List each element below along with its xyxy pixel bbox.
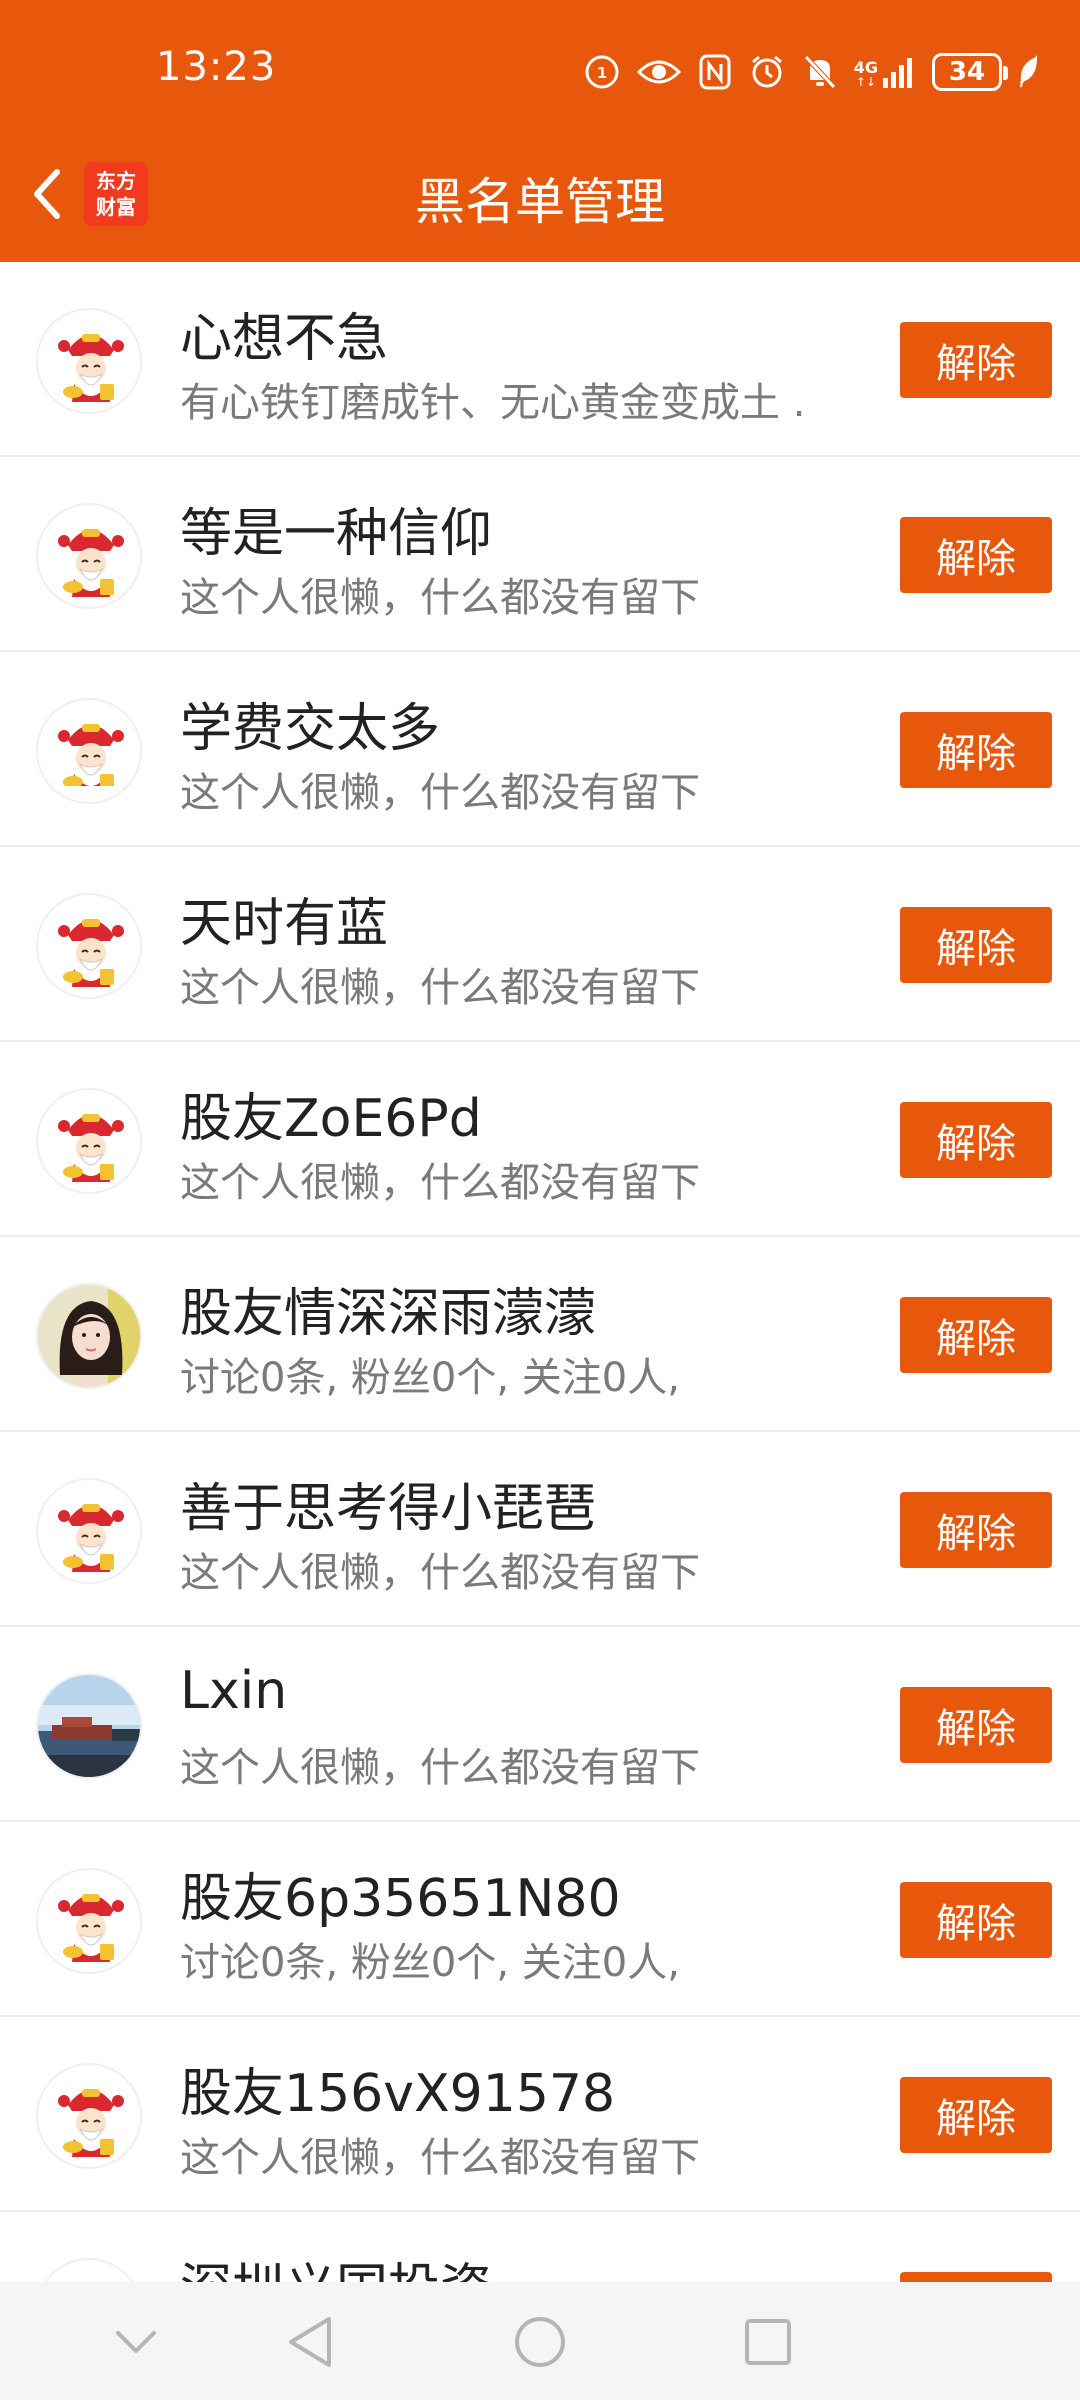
eye-icon — [636, 60, 681, 84]
blacklist: 心想不急有心铁钉磨成针、无心黄金变成土 . 解除 等是一种信仰这个人很懒，什么都没… — [0, 262, 1080, 2282]
mute-icon — [803, 55, 836, 89]
status-time: 13:23 — [156, 44, 277, 90]
remove-button[interactable]: 解除 — [900, 517, 1052, 593]
remove-button[interactable]: 解除 — [900, 907, 1052, 983]
remove-button[interactable]: 解除 — [900, 1102, 1052, 1178]
user-name: 心想不急 — [180, 309, 389, 369]
nfc-icon — [699, 54, 731, 90]
avatar-mascot-icon — [38, 1480, 140, 1582]
list-item[interactable]: 股友6p35651N80 讨论0条, 粉丝0个, 关注0人, 解除 — [0, 1822, 1080, 2017]
list-item[interactable]: 深圳义国投资解除 — [0, 2212, 1080, 2282]
avatar[interactable] — [36, 2063, 142, 2169]
avatar-mascot-icon — [38, 1870, 140, 1972]
user-name: 深圳义国投资 — [180, 2246, 492, 2282]
list-item[interactable]: 善于思考得小琵琶这个人很懒，什么都没有留下 解除 — [0, 1432, 1080, 1627]
user-name: 股友ZoE6Pd — [180, 1089, 482, 1149]
list-item[interactable]: 股友ZoE6Pd 这个人很懒，什么都没有留下 解除 — [0, 1042, 1080, 1237]
user-description: 讨论0条, 粉丝0个, 关注0人, — [180, 1355, 680, 1401]
user-description: 这个人很懒，什么都没有留下 — [180, 965, 700, 1011]
user-description: 这个人很懒，什么都没有留下 — [180, 1160, 700, 1206]
avatar-mascot-icon — [38, 895, 140, 997]
user-name: 股友情深深雨濛濛 — [180, 1284, 597, 1344]
leaf-icon — [1019, 55, 1038, 88]
user-name: 股友6p35651N80 — [180, 1869, 621, 1929]
network-type: 4G — [853, 58, 878, 77]
avatar-mascot-icon — [38, 310, 140, 412]
remove-button[interactable]: 解除 — [900, 712, 1052, 788]
app-header: 13:23 1 4G ↑↓ 34 东方 财富 黑名单管理 — [0, 0, 1080, 262]
recents-square-icon[interactable] — [736, 2310, 800, 2374]
user-description: 这个人很懒，什么都没有留下 — [180, 2135, 700, 2181]
avatar[interactable] — [36, 1088, 142, 1194]
remove-button[interactable]: 解除 — [900, 1297, 1052, 1373]
avatar[interactable] — [36, 503, 142, 609]
alarm-icon — [751, 55, 782, 88]
list-item[interactable]: 学费交太多这个人很懒，什么都没有留下 解除 — [0, 652, 1080, 847]
page-title: 黑名单管理 — [415, 173, 665, 231]
user-description: 讨论0条, 粉丝0个, 关注0人, — [180, 1940, 680, 1986]
avatar[interactable] — [36, 1478, 142, 1584]
user-description: 有心铁钉磨成针、无心黄金变成土 . — [180, 380, 806, 426]
back-triangle-icon[interactable] — [278, 2310, 342, 2374]
signal-icon — [883, 58, 912, 88]
user-description: 这个人很懒，什么都没有留下 — [180, 770, 700, 816]
user-name: 等是一种信仰 — [180, 504, 493, 564]
avatar-photo-icon — [38, 1675, 140, 1777]
system-nav-bar — [0, 2282, 1080, 2400]
list-item[interactable]: 心想不急有心铁钉磨成针、无心黄金变成土 . 解除 — [0, 262, 1080, 457]
avatar-mascot-icon — [38, 2260, 140, 2282]
status-icons: 1 4G ↑↓ 34 — [584, 46, 1040, 98]
list-item[interactable]: 天时有蓝这个人很懒，什么都没有留下 解除 — [0, 847, 1080, 1042]
avatar[interactable] — [36, 2258, 142, 2282]
avatar[interactable] — [36, 1673, 142, 1779]
avatar[interactable] — [36, 1868, 142, 1974]
user-name: 股友156vX91578 — [180, 2064, 616, 2124]
signal-indicator: 4G ↑↓ — [854, 56, 916, 88]
list-item[interactable]: 等是一种信仰这个人很懒，什么都没有留下 解除 — [0, 457, 1080, 652]
user-name: Lxin — [180, 1661, 288, 1721]
remove-button[interactable]: 解除 — [900, 2272, 1052, 2282]
home-circle-icon[interactable] — [508, 2310, 572, 2374]
remove-button[interactable]: 解除 — [900, 1882, 1052, 1958]
svg-text:1: 1 — [597, 64, 607, 82]
avatar-mascot-icon — [38, 1090, 140, 1192]
avatar-photo-icon — [38, 1285, 140, 1387]
user-description: 这个人很懒，什么都没有留下 — [180, 1550, 700, 1596]
user-name: 学费交太多 — [180, 699, 441, 759]
user-name: 善于思考得小琵琶 — [180, 1479, 597, 1539]
avatar[interactable] — [36, 308, 142, 414]
avatar-mascot-icon — [38, 2065, 140, 2167]
list-item[interactable]: 股友情深深雨濛濛讨论0条, 粉丝0个, 关注0人, 解除 — [0, 1237, 1080, 1432]
remove-button[interactable]: 解除 — [900, 1687, 1052, 1763]
avatar[interactable] — [36, 698, 142, 804]
avatar[interactable] — [36, 893, 142, 999]
list-item[interactable]: 股友156vX91578 这个人很懒，什么都没有留下 解除 — [0, 2017, 1080, 2212]
hd-icon: 1 — [585, 55, 619, 89]
list-item[interactable]: Lxin 这个人很懒，什么都没有留下 解除 — [0, 1627, 1080, 1822]
user-description: 这个人很懒，什么都没有留下 — [180, 1745, 700, 1791]
remove-button[interactable]: 解除 — [900, 1492, 1052, 1568]
user-name: 天时有蓝 — [180, 894, 389, 954]
user-description: 这个人很懒，什么都没有留下 — [180, 575, 700, 621]
remove-button[interactable]: 解除 — [900, 322, 1052, 398]
avatar-mascot-icon — [38, 700, 140, 802]
avatar-mascot-icon — [38, 505, 140, 607]
battery-icon: 34 — [932, 53, 1008, 91]
avatar[interactable] — [36, 1283, 142, 1389]
chevron-down-icon[interactable] — [104, 2310, 168, 2374]
remove-button[interactable]: 解除 — [900, 2077, 1052, 2153]
